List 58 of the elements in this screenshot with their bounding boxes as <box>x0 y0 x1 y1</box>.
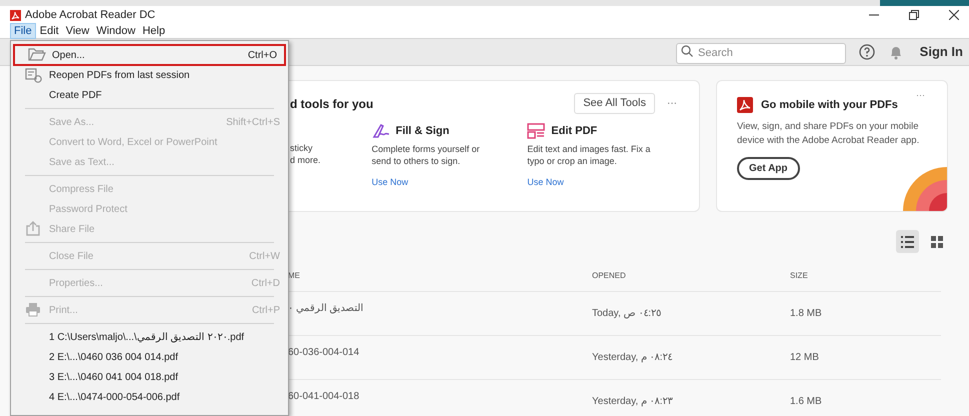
sign-in-link[interactable]: Sign In <box>920 42 963 62</box>
table-cell-text: 1.8 MB <box>790 307 822 321</box>
column-header: SIZE <box>790 270 808 282</box>
tool-description: sticky <box>290 142 312 154</box>
table-cell-text: 12 MB <box>790 351 819 365</box>
menu-bar-item[interactable]: View <box>62 24 92 38</box>
list-view-button[interactable] <box>896 230 919 253</box>
more-button[interactable]: ··· <box>916 89 925 102</box>
menu-bar-item[interactable]: File <box>10 23 36 39</box>
printer-icon <box>25 302 41 317</box>
table-cell-text: Yesterday, ٠٨:٢٤ م <box>592 351 672 365</box>
folder-icon <box>28 47 46 61</box>
get-app-button[interactable]: Get App <box>737 156 800 180</box>
tool-name: Edit PDF <box>551 124 598 139</box>
share-icon <box>25 221 41 236</box>
app-logo-icon <box>10 10 21 20</box>
tool-description: Edit text and images fast. Fix a <box>527 143 650 155</box>
search-field[interactable]: Search <box>676 42 846 64</box>
table-cell-text: 60-036-004-014 <box>288 346 360 360</box>
column-header: OPENED <box>592 270 626 282</box>
list-icon <box>901 236 914 248</box>
menu-item[interactable]: Reopen PDFs from last session <box>11 65 288 85</box>
table-cell-text: التصديق الرقمي ٠ <box>288 302 364 316</box>
card-heading: d tools for you <box>290 96 374 112</box>
menu-bar-item[interactable]: Edit <box>36 24 62 38</box>
menu-item[interactable]: Create PDF <box>11 85 288 105</box>
menu-item[interactable]: Open... Ctrl+O <box>14 45 285 65</box>
menu-bar-item[interactable]: Window <box>93 24 138 38</box>
pen-icon <box>372 123 390 139</box>
search-icon <box>681 45 693 57</box>
close-icon[interactable] <box>949 10 959 20</box>
tool-description: send to others to sign. <box>372 155 460 167</box>
table-cell-text: 60-041-004-018 <box>288 390 360 404</box>
use-now-link[interactable]: Use Now <box>372 176 408 190</box>
more-button[interactable]: ··· <box>667 96 677 111</box>
card-text: View, sign, and share PDFs on your mobile device with the Adobe Acrobat Reader app. <box>737 120 920 148</box>
see-all-tools-button[interactable]: See All Tools <box>574 93 655 114</box>
tool-description: Complete forms yourself or <box>372 143 480 155</box>
recent-file-item[interactable]: 3 E:\...\0460 041 004 018.pdf <box>11 367 288 387</box>
tool-name: Fill & Sign <box>396 124 450 139</box>
use-now-link[interactable]: Use Now <box>527 176 564 190</box>
grid-icon <box>930 236 942 248</box>
edit-document-icon <box>527 123 546 139</box>
reopen-icon <box>25 67 43 83</box>
menu-bar-item[interactable]: Help <box>139 24 168 38</box>
table-cell-text: Today, ٠٤:٢٥ ص <box>592 307 662 321</box>
tool-description: typo or crop an image. <box>527 155 617 167</box>
help-icon[interactable] <box>859 44 875 60</box>
table-cell-text: 1.6 MB <box>790 395 822 409</box>
restore-icon[interactable] <box>909 10 919 20</box>
table-cell-text: Yesterday, ٠٨:٢٣ م <box>592 395 672 409</box>
window-title: Adobe Acrobat Reader DC <box>25 8 156 23</box>
tool-description: d more. <box>290 154 321 166</box>
recent-file-item[interactable]: 4 E:\...\0474-000-054-006.pdf <box>11 387 288 407</box>
recent-file-item[interactable]: 1 C:\Users\maljo\...\٢٠٢٠ التصديق الرقمي.pdf <box>11 327 288 347</box>
card-heading: Go mobile with your PDFs <box>761 98 898 113</box>
app-logo-icon <box>737 97 753 114</box>
recent-file-item[interactable]: 2 E:\...\0460 036 004 014.pdf <box>11 347 288 367</box>
